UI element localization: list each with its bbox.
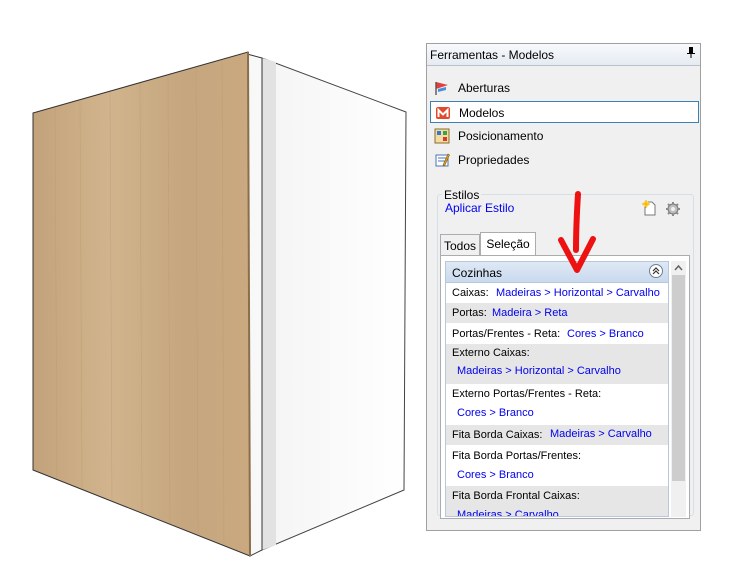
gear-icon[interactable] [665,201,681,217]
openings-flag-icon [435,82,448,95]
style-row-value[interactable]: Madeira > Reta [492,307,568,319]
style-row-fita-borda-caixas: Fita Borda Caixas: Madeiras > Carvalho [446,425,668,445]
style-row-externo-caixas: Externo Caixas: Madeiras > Horizontal > … [446,344,668,384]
tab-label: Seleção [486,237,530,251]
style-row-value[interactable]: Madeiras > Horizontal > Carvalho [457,365,621,377]
style-row-label: Externo Portas/Frentes - Reta: [452,388,602,400]
nav-item-posicionamento[interactable]: Posicionamento [430,125,699,147]
panel-titlebar: Ferramentas - Modelos [427,44,700,66]
tab-todos[interactable]: Todos [440,234,480,255]
nav-item-label: Modelos [459,106,505,120]
category-label: Cozinhas [452,266,503,280]
style-row-label: Caixas: [452,287,489,299]
style-row-portas-frentes-reta: Portas/Frentes - Reta: Cores > Branco [446,323,668,344]
style-row-value[interactable]: Cores > Branco [457,469,534,481]
style-row-label: Fita Borda Frontal Caixas: [452,490,580,502]
positioning-icon [434,128,450,144]
styles-area: Estilos Aplicar Estilo Todos Seleção Coz… [430,183,699,528]
nav-item-label: Propriedades [458,153,530,167]
nav-item-aberturas[interactable]: Aberturas [430,77,699,99]
tab-selecao[interactable]: Seleção [480,232,536,256]
style-row-value[interactable]: Cores > Branco [457,407,534,419]
category-header-cozinhas[interactable]: Cozinhas [446,262,668,283]
style-row-label: Fita Borda Portas/Frentes: [452,450,581,462]
style-row-externo-portas-frentes: Externo Portas/Frentes - Reta: Cores > B… [446,384,668,425]
style-row-portas: Portas: Madeira > Reta [446,303,668,323]
cabinet-wood-door [32,51,251,557]
style-row-fita-borda-frontal: Fita Borda Frontal Caixas: Madeiras > Ca… [446,486,668,516]
style-row-fita-borda-portas: Fita Borda Portas/Frentes: Cores > Branc… [446,445,668,486]
vertical-scrollbar[interactable] [671,261,686,517]
style-row-label: Portas: [452,307,487,319]
collapse-icon[interactable] [649,264,663,278]
selection-tab-content: Cozinhas Caixas: Madeiras > Horizontal >… [440,255,690,519]
style-row-label: Externo Caixas: [452,347,530,359]
style-row-value[interactable]: Cores > Branco [567,328,644,340]
styles-legend: Estilos [442,188,482,202]
style-row-value[interactable]: Madeiras > Carvalho [550,428,652,440]
models-m-icon [436,107,450,119]
nav-item-propriedades[interactable]: Propriedades [430,149,699,171]
properties-icon [435,153,450,167]
cabinet-side-panel [257,57,407,551]
pin-icon[interactable] [687,47,695,61]
style-row-value[interactable]: Madeiras > Horizontal > Carvalho [496,287,660,299]
scroll-up-icon[interactable] [671,261,686,275]
nav-item-label: Aberturas [458,81,511,95]
style-row-label: Fita Borda Caixas: [452,429,543,441]
nav-item-label: Posicionamento [458,129,544,143]
panel-title: Ferramentas - Modelos [430,48,555,62]
nav-item-modelos[interactable]: Modelos [430,101,699,123]
cabinet-side-shade [262,58,276,550]
apply-style-link[interactable]: Aplicar Estilo [445,201,514,215]
scroll-thumb[interactable] [672,275,685,481]
style-property-list[interactable]: Cozinhas Caixas: Madeiras > Horizontal >… [445,261,669,517]
cabinet-3d-view[interactable] [0,0,420,568]
new-style-icon[interactable] [642,200,658,216]
style-row-value[interactable]: Madeiras > Carvalho [457,509,559,516]
style-row-caixas: Caixas: Madeiras > Horizontal > Carvalho [446,283,668,303]
style-row-label: Portas/Frentes - Reta: [452,328,561,340]
tools-models-panel: Ferramentas - Modelos Aberturas Modelos … [426,43,701,531]
tab-label: Todos [443,239,477,253]
